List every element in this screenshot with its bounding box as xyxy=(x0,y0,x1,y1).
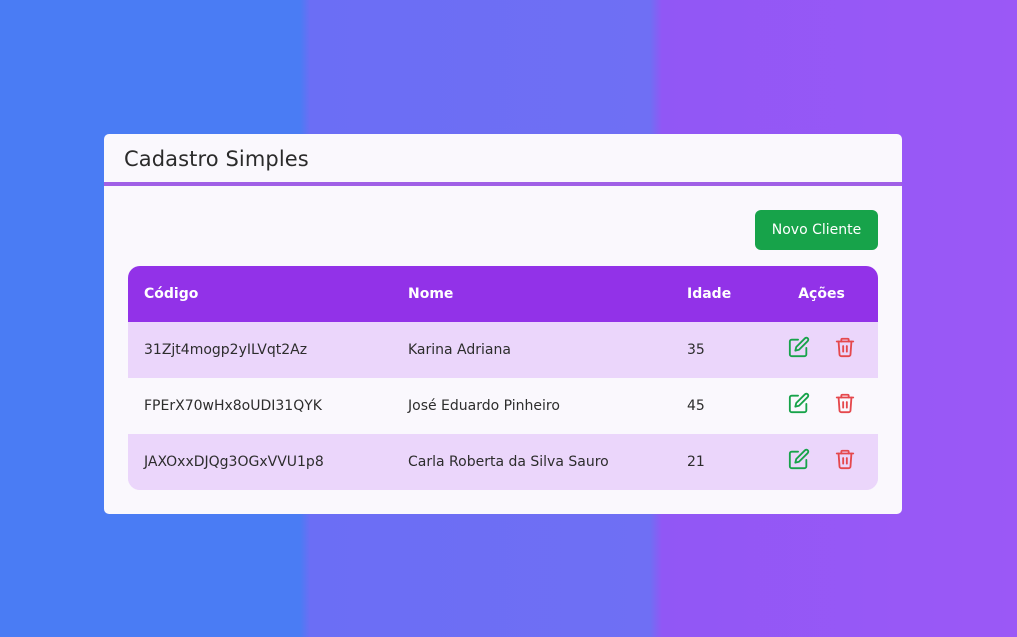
header-actions: Ações xyxy=(798,286,845,302)
table-header-row: Código Nome Idade Ações xyxy=(128,266,878,322)
edit-icon[interactable] xyxy=(788,336,810,358)
cell-actions xyxy=(765,378,878,434)
page-title: Cadastro Simples xyxy=(124,147,309,171)
new-client-button[interactable]: Novo Cliente xyxy=(755,210,878,250)
clients-table: Código Nome Idade Ações 31Zjt4mogp2yILVq… xyxy=(128,266,878,490)
table-row: 31Zjt4mogp2yILVqt2Az Karina Adriana 35 xyxy=(128,322,878,378)
table-body: 31Zjt4mogp2yILVqt2Az Karina Adriana 35 F… xyxy=(128,322,878,490)
cell-age: 45 xyxy=(687,398,705,414)
edit-icon[interactable] xyxy=(788,392,810,414)
table-row: FPErX70wHx8oUDI31QYK José Eduardo Pinhei… xyxy=(128,378,878,434)
cell-age: 21 xyxy=(687,454,705,470)
cell-actions xyxy=(765,434,878,490)
cell-code: FPErX70wHx8oUDI31QYK xyxy=(144,398,322,414)
cell-actions xyxy=(765,322,878,378)
cell-name: Carla Roberta da Silva Sauro xyxy=(408,454,609,470)
cell-name: Karina Adriana xyxy=(408,342,511,358)
edit-icon[interactable] xyxy=(788,448,810,470)
cell-code: JAXOxxDJQg3OGxVVU1p8 xyxy=(144,454,324,470)
trash-icon[interactable] xyxy=(834,448,856,470)
client-card: Cadastro Simples Novo Cliente Código Nom… xyxy=(104,134,902,514)
card-header: Cadastro Simples xyxy=(104,134,902,186)
header-code: Código xyxy=(144,286,199,302)
table-header: Código Nome Idade Ações xyxy=(128,266,878,322)
cell-code: 31Zjt4mogp2yILVqt2Az xyxy=(144,342,308,358)
header-name: Nome xyxy=(408,286,454,302)
cell-age: 35 xyxy=(687,342,705,358)
header-age: Idade xyxy=(687,286,732,302)
table-row: JAXOxxDJQg3OGxVVU1p8 Carla Roberta da Si… xyxy=(128,434,878,490)
cell-name: José Eduardo Pinheiro xyxy=(408,398,560,414)
trash-icon[interactable] xyxy=(834,392,856,414)
clients-table-wrapper: Código Nome Idade Ações 31Zjt4mogp2yILVq… xyxy=(128,266,878,490)
trash-icon[interactable] xyxy=(834,336,856,358)
